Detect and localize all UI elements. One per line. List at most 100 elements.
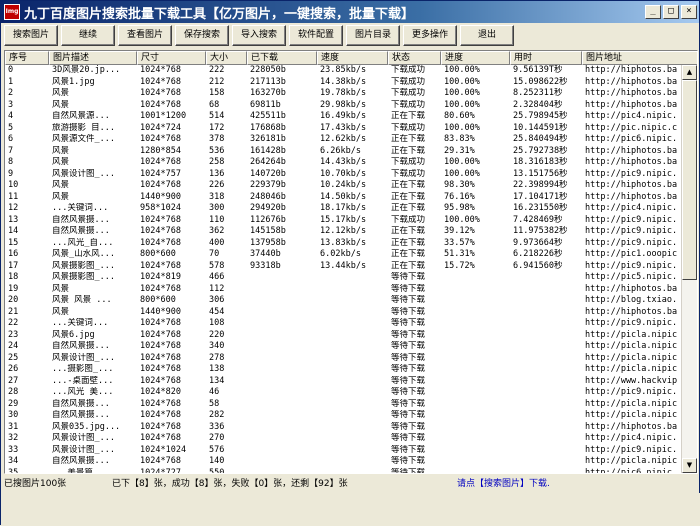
column-header-size[interactable]: 大小 bbox=[206, 51, 247, 65]
column-header-speed[interactable]: 速度 bbox=[317, 51, 388, 65]
column-header-elapsed[interactable]: 用时 bbox=[510, 51, 582, 65]
table-row[interactable]: 28 ...风光 美... 1024*820 46 等待下载 http://pic9.ni… bbox=[5, 387, 683, 399]
table-row[interactable]: 19 风景 1024*768 112 等待下载 http://hiphotos.ba bbox=[5, 284, 683, 296]
table-row[interactable]: 17 风景摄影图_... 1024*768 578 93318b 13.44kb/s 正在下… bbox=[5, 261, 683, 273]
more-actions-button[interactable]: 更多操作 bbox=[403, 25, 457, 46]
column-header-image-url[interactable]: 图片地址 bbox=[582, 51, 697, 65]
image-directory-button[interactable]: 图片目录 bbox=[346, 25, 400, 46]
table-row[interactable]: 8 风景 1024*768 258 264264b 14.43kb/s 下载成功 100.00… bbox=[5, 157, 683, 169]
table-row[interactable]: 0 3D风景20.jp... 1024*768 222 228050b 23.85kb/s… bbox=[5, 65, 683, 77]
table-cell: 23 bbox=[8, 329, 19, 340]
table-row[interactable]: 26 ...摄影图_... 1024*768 138 等待下载 http://picla.… bbox=[5, 364, 683, 376]
table-row[interactable]: 1 风景1.jpg 1024*768 212 217113b 14.38kb/s 下载成功 1… bbox=[5, 77, 683, 89]
column-header-description[interactable]: 图片描述 bbox=[49, 51, 137, 65]
table-cell: 100.00% bbox=[444, 157, 480, 167]
table-row[interactable]: 5 旅游摄影 目... 1024*724 172 176868b 17.43kb/s 下载成… bbox=[5, 123, 683, 135]
table-cell: 15.17kb/s bbox=[320, 214, 367, 225]
table-cell: 自然风景摄... bbox=[52, 456, 110, 466]
column-header-dimensions[interactable]: 尺寸 bbox=[137, 51, 206, 65]
table-cell bbox=[317, 387, 388, 399]
table-cell: 1024*768 bbox=[140, 398, 181, 409]
save-search-button[interactable]: 保存搜索 bbox=[175, 25, 229, 46]
table-row[interactable]: 34 自然风景摄... 1024*768 140 等待下载 http://picla.ni… bbox=[5, 456, 683, 468]
table-row[interactable]: 12 ...关键词... 958*1024 300 294920b 18.17kb/s 正在… bbox=[5, 203, 683, 215]
scroll-up-arrow-icon[interactable]: ▲ bbox=[682, 65, 697, 80]
table-cell bbox=[247, 272, 317, 284]
software-config-button[interactable]: 软件配置 bbox=[289, 25, 343, 46]
table-row[interactable]: 3 风景 1024*768 68 69811b 29.98kb/s 下载成功 100.00% 2… bbox=[5, 100, 683, 112]
table-row[interactable]: 6 风景源文件_... 1024*768 378 326181b 12.62kb/s 正在下… bbox=[5, 134, 683, 146]
minimize-button[interactable]: _ bbox=[645, 5, 661, 19]
table-cell bbox=[247, 353, 317, 365]
table-cell bbox=[510, 330, 582, 342]
table-cell: 100.00% bbox=[444, 65, 480, 75]
search-images-button[interactable]: 搜索图片 bbox=[4, 25, 58, 46]
table-cell: 19 bbox=[8, 283, 19, 294]
table-row[interactable]: 25 风景设计图_... 1024*768 278 等待下载 http://picla.n… bbox=[5, 353, 683, 365]
table-row[interactable]: 18 风景摄影图_... 1024*819 466 等待下载 http://pic5.ni… bbox=[5, 272, 683, 284]
table-row[interactable]: 35 ...美景篇_... 1024*727 550 等待下载 http://pic6.n… bbox=[5, 467, 683, 474]
table-cell: 163270b bbox=[250, 88, 286, 98]
column-header-status[interactable]: 状态 bbox=[388, 51, 441, 65]
table-cell: 93318b bbox=[250, 260, 281, 271]
table-cell: 69811b bbox=[250, 99, 281, 110]
table-cell: 风景 风景 ... bbox=[52, 295, 112, 305]
table-row[interactable]: 29 自然风景摄... 1024*768 58 等待下载 http://picla.nip… bbox=[5, 399, 683, 411]
table-cell: 等待下载 bbox=[391, 318, 426, 328]
continue-button[interactable]: 继续 bbox=[61, 25, 115, 46]
table-cell bbox=[510, 422, 582, 434]
table-cell: 18.17kb/s bbox=[320, 203, 367, 213]
table-row[interactable]: 27 ...-桌面壁... 1024*768 134 等待下载 http://www.ha… bbox=[5, 376, 683, 388]
table-row[interactable]: 16 风景_山水风... 800*600 70 37440b 6.02kb/s 正在下载 51… bbox=[5, 249, 683, 261]
maximize-button[interactable]: □ bbox=[663, 5, 679, 19]
table-cell: 等待下载 bbox=[391, 306, 426, 317]
table-cell: 6.941560秒 bbox=[513, 260, 563, 271]
table-row[interactable]: 4 自然风景源... 1001*1200 514 425511b 16.49kb/s 正在下… bbox=[5, 111, 683, 123]
table-row[interactable]: 11 风景 1440*900 318 248046b 14.50kb/s 正在下载 76.16… bbox=[5, 192, 683, 204]
table-cell: 1440*900 bbox=[140, 306, 181, 317]
list-header: 序号 图片描述 尺寸 大小 已下载 速度 状态 进度 用时 图片地址 bbox=[5, 51, 697, 65]
table-row[interactable]: 7 风景 1280*854 536 161428b 6.26kb/s 正在下载 29.31% 2… bbox=[5, 146, 683, 158]
table-cell: 140 bbox=[209, 456, 225, 466]
import-search-button[interactable]: 导入搜索 bbox=[232, 25, 286, 46]
table-row[interactable]: 2 风景 1024*768 158 163270b 19.78kb/s 下载成功 100.00… bbox=[5, 88, 683, 100]
table-row[interactable]: 15 ...风光_自... 1024*768 400 137958b 13.83kb/s 正… bbox=[5, 238, 683, 250]
table-cell: 1001*1200 bbox=[140, 111, 187, 121]
table-row[interactable]: 20 风景 风景 ... 800*600 306 等待下载 http://blog.txi… bbox=[5, 295, 683, 307]
table-row[interactable]: 31 风景035.jpg... 1024*768 336 等待下载 http://hiph… bbox=[5, 422, 683, 434]
table-row[interactable]: 33 风景设计图_... 1024*1024 576 等待下载 http://pic9.n… bbox=[5, 445, 683, 457]
table-cell: ...美景篇_... bbox=[52, 467, 114, 474]
vertical-scrollbar[interactable]: ▲ ▼ bbox=[681, 65, 697, 473]
view-images-button[interactable]: 查看图片 bbox=[118, 25, 172, 46]
table-row[interactable]: 30 自然风景摄... 1024*768 282 等待下载 http://picla.ni… bbox=[5, 410, 683, 422]
column-header-downloaded[interactable]: 已下载 bbox=[247, 51, 317, 65]
scrollbar-thumb[interactable] bbox=[682, 80, 697, 280]
table-row[interactable]: 14 自然风景摄... 1024*768 362 145158b 12.12kb/s 正在下… bbox=[5, 226, 683, 238]
table-row[interactable]: 23 风景6.jpg 1024*768 220 等待下载 http://picla.nip… bbox=[5, 330, 683, 342]
table-cell: 自然风景摄... bbox=[52, 341, 110, 351]
table-row[interactable]: 13 自然风景摄... 1024*768 110 112676b 15.17kb/s 下载成… bbox=[5, 215, 683, 227]
table-cell: 1 bbox=[8, 76, 14, 87]
table-cell: 15.098622秒 bbox=[513, 76, 568, 87]
table-cell: 1024*768 bbox=[140, 180, 181, 190]
table-cell: 9.973664秒 bbox=[513, 237, 563, 248]
column-header-progress[interactable]: 进度 bbox=[441, 51, 510, 65]
table-row[interactable]: 10 风景 1024*768 226 229379b 10.24kb/s 正在下载 98.30… bbox=[5, 180, 683, 192]
table-cell: 26 bbox=[8, 364, 19, 374]
table-row[interactable]: 32 风景设计图_... 1024*768 270 等待下载 http://pic4.ni… bbox=[5, 433, 683, 445]
table-row[interactable]: 21 风景 1440*900 454 等待下载 http://hiphotos.ba bbox=[5, 307, 683, 319]
table-cell bbox=[317, 376, 388, 388]
table-row[interactable]: 22 ...关键词... 1024*768 108 等待下载 http://pic9.ni… bbox=[5, 318, 683, 330]
column-header-index[interactable]: 序号 bbox=[5, 51, 49, 65]
table-row[interactable]: 24 自然风景摄... 1024*768 340 等待下载 http://picla.ni… bbox=[5, 341, 683, 353]
table-cell bbox=[317, 468, 388, 474]
title-bar[interactable]: Img 九丁百度图片搜索批量下载工具【亿万图片，一键搜索，批量下载】 _ □ × bbox=[1, 1, 699, 23]
table-cell: 自然风景摄... bbox=[52, 226, 110, 236]
status-download-summary: 已下【8】张，成功【8】张，失败【0】张，还剩【92】张 bbox=[112, 479, 348, 489]
scroll-down-arrow-icon[interactable]: ▼ bbox=[682, 458, 697, 473]
close-button[interactable]: × bbox=[681, 5, 697, 19]
table-row[interactable]: 9 风景设计图_... 1024*757 136 140720b 10.70kb/s 下载成… bbox=[5, 169, 683, 181]
table-cell: 578 bbox=[209, 260, 225, 271]
exit-button[interactable]: 退出 bbox=[460, 25, 514, 46]
download-list[interactable]: 序号 图片描述 尺寸 大小 已下载 速度 状态 进度 用时 图片地址 0 3D风景… bbox=[4, 50, 698, 474]
